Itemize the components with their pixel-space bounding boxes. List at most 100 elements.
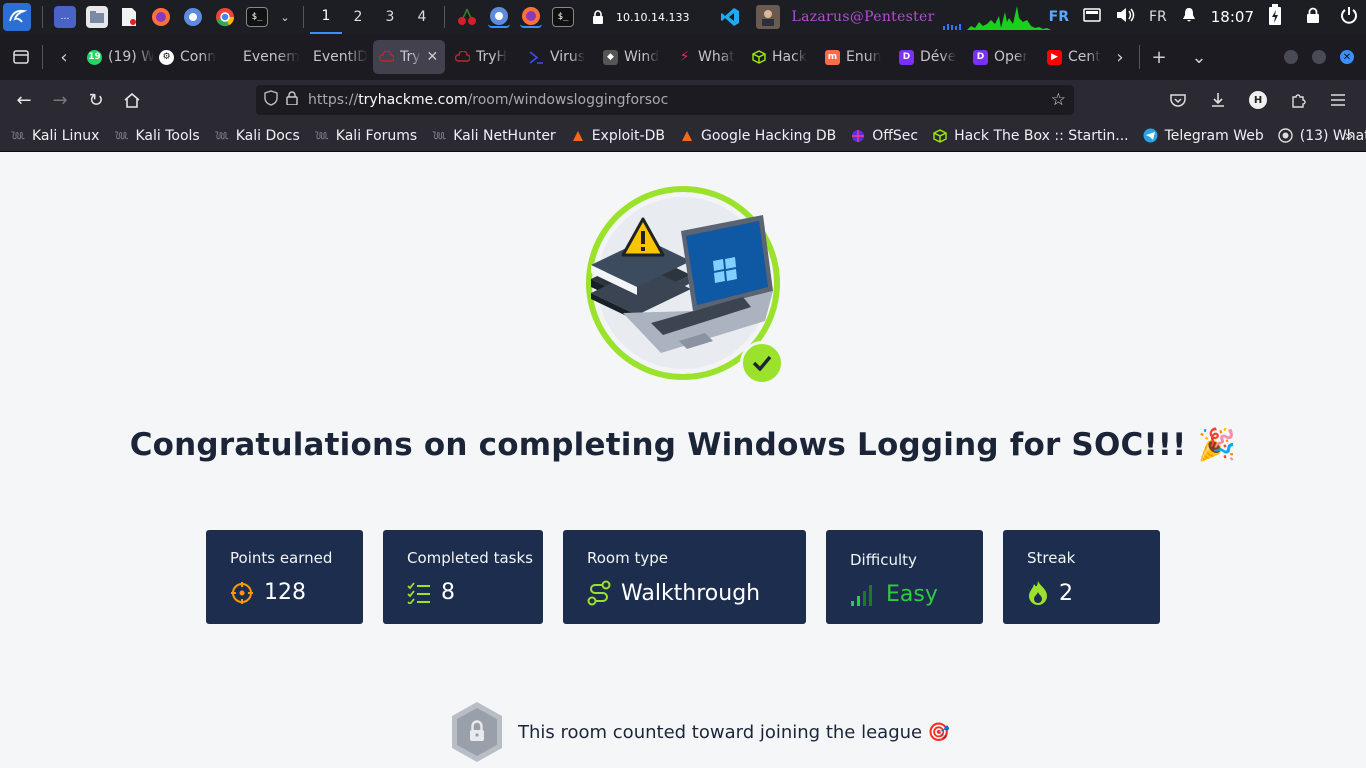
minimize-button[interactable] xyxy=(1284,50,1298,64)
bookmark-offsec[interactable]: OffSec xyxy=(850,128,918,144)
back-button[interactable]: ← xyxy=(6,84,42,116)
power-icon[interactable] xyxy=(1340,6,1358,28)
tasks-value: 8 xyxy=(441,580,455,605)
cherrytree-icon[interactable] xyxy=(456,6,478,28)
workspace-3[interactable]: 3 xyxy=(374,0,406,34)
close-window-button[interactable]: ✕ xyxy=(1340,50,1354,64)
maximize-button[interactable] xyxy=(1312,50,1326,64)
tab-label: Conn xyxy=(180,49,217,65)
chevron-down-icon[interactable]: ⌄ xyxy=(278,6,292,28)
stat-card-tasks: Completed tasks 8 xyxy=(383,530,543,624)
openai-icon: ⚙ xyxy=(159,49,174,65)
tab-tryhackme-active[interactable]: Try ✕ xyxy=(373,40,445,74)
battery-icon[interactable] xyxy=(1268,4,1282,30)
workspace-1[interactable]: 1 xyxy=(310,0,342,34)
tab-hackthebox[interactable]: Hack xyxy=(745,40,819,74)
bookmark-label: Hack The Box :: Startin... xyxy=(954,127,1129,144)
taskbar-separator xyxy=(42,6,43,28)
workspace-4[interactable]: 4 xyxy=(406,0,438,34)
bookmark-label: Exploit-DB xyxy=(591,127,665,144)
stat-card-streak: Streak 2 xyxy=(1003,530,1160,624)
bookmark-hackthebox[interactable]: Hack The Box :: Startin... xyxy=(932,128,1129,144)
extensions-icon[interactable] xyxy=(1280,84,1316,116)
profile-icon[interactable]: H xyxy=(1240,84,1276,116)
page-title: Congratulations on completing Windows Lo… xyxy=(129,427,1237,463)
bookmark-kali-forums[interactable]: 𓆙 Kali Forums xyxy=(314,128,417,145)
lock-screen-icon[interactable] xyxy=(1306,7,1320,27)
tab-youtube[interactable]: ▶ Cent xyxy=(1041,40,1103,74)
tracking-protection-shield-icon[interactable] xyxy=(264,90,278,110)
tab-eventid[interactable]: EventID xyxy=(303,40,373,74)
downloads-icon[interactable] xyxy=(1200,84,1236,116)
league-notice: This room counted toward joining the lea… xyxy=(450,701,950,763)
bookmark-exploit-db[interactable]: Exploit-DB xyxy=(570,128,665,144)
firefox-icon[interactable] xyxy=(150,6,172,28)
terminal-window-icon[interactable]: $_ xyxy=(552,7,574,27)
tab-evenement[interactable]: Evenem xyxy=(229,40,303,74)
scroll-tabs-right-icon[interactable]: › xyxy=(1103,40,1137,74)
tab-tryhackme[interactable]: TryH xyxy=(449,40,523,74)
tab-virustotal[interactable]: Virus xyxy=(523,40,597,74)
pocket-icon[interactable] xyxy=(1160,84,1196,116)
clock[interactable]: 18:07 xyxy=(1211,8,1254,26)
firefox-window-icon[interactable] xyxy=(520,6,542,28)
tryhackme-icon xyxy=(455,50,470,65)
volume-icon[interactable] xyxy=(1115,7,1135,27)
bookmark-telegram[interactable]: Telegram Web xyxy=(1143,128,1264,144)
kali-dragon-icon: 𓆙 xyxy=(432,131,447,144)
forward-button[interactable]: → xyxy=(42,84,78,116)
username-label: Lazarus@Pentester xyxy=(791,9,935,25)
keyboard-layout-indicator[interactable]: FR xyxy=(1049,9,1069,25)
whatsapp-icon: 19 xyxy=(87,49,102,65)
language-indicator[interactable]: FR xyxy=(1149,9,1167,25)
workspace-2[interactable]: 2 xyxy=(342,0,374,34)
chromium-icon[interactable] xyxy=(182,6,204,28)
home-button[interactable] xyxy=(114,84,150,116)
display-icon[interactable] xyxy=(1083,8,1101,26)
padlock-icon[interactable] xyxy=(286,91,298,109)
tab-connection[interactable]: ⚙ Conn xyxy=(153,40,229,74)
tab-windows[interactable]: ◆ Wind xyxy=(597,40,671,74)
tab-whatsapp[interactable]: 19 (19) W xyxy=(81,40,153,74)
list-all-tabs-icon[interactable]: ⌄ xyxy=(1182,40,1216,74)
bookmark-star-icon[interactable]: ☆ xyxy=(1051,90,1066,110)
file-manager-icon[interactable] xyxy=(86,6,108,28)
bookmark-kali-docs[interactable]: 𓆙 Kali Docs xyxy=(214,128,300,145)
tab-overview-icon[interactable] xyxy=(4,40,38,74)
kali-dragon-icon: 𓆙 xyxy=(314,131,329,144)
htb-cube-icon xyxy=(751,50,766,65)
bookmark-kali-nethunter[interactable]: 𓆙 Kali NetHunter xyxy=(431,127,556,145)
reload-button[interactable]: ↻ xyxy=(78,84,114,116)
kali-menu-icon[interactable] xyxy=(3,3,31,31)
text-editor-icon[interactable] xyxy=(118,6,140,28)
new-tab-button[interactable]: + xyxy=(1142,40,1176,74)
bookmark-kali-tools[interactable]: 𓆙 Kali Tools xyxy=(113,128,199,145)
scroll-tabs-left-icon[interactable]: ‹ xyxy=(47,40,81,74)
taskbar-separator xyxy=(303,6,304,28)
chromium-window-icon[interactable] xyxy=(488,6,510,28)
bookmark-kali-linux[interactable]: 𓆙 Kali Linux xyxy=(10,127,100,145)
notification-bell-icon[interactable] xyxy=(1181,7,1197,27)
close-tab-icon[interactable]: ✕ xyxy=(427,49,439,65)
tab-developer[interactable]: D Déve xyxy=(893,40,967,74)
bookmark-ghdb[interactable]: Google Hacking DB xyxy=(679,128,836,144)
checklist-icon xyxy=(407,581,430,604)
network-graph xyxy=(942,2,1053,32)
more-bookmarks-icon[interactable]: » xyxy=(1344,126,1354,145)
address-bar[interactable]: https://tryhackme.com/room/windowsloggin… xyxy=(256,85,1074,115)
url-host: tryhackme.com xyxy=(358,92,468,108)
tab-enum[interactable]: m Enun xyxy=(819,40,893,74)
bookmark-label: Kali NetHunter xyxy=(453,127,556,144)
tab-label: Enun xyxy=(846,49,882,65)
chrome-icon[interactable] xyxy=(214,6,236,28)
tab-open[interactable]: D Oper xyxy=(967,40,1041,74)
show-desktop-icon[interactable]: … xyxy=(54,6,76,28)
hamburger-menu-icon[interactable] xyxy=(1320,84,1356,116)
tab-label: EventID xyxy=(313,49,369,65)
stat-value: Walkthrough xyxy=(587,580,760,606)
d-logo-icon: D xyxy=(973,49,988,65)
tab-what[interactable]: ⚡ What xyxy=(671,40,745,74)
terminal-icon[interactable]: $_ xyxy=(246,7,268,27)
bookmark-label: Kali Linux xyxy=(32,127,100,144)
vscode-icon[interactable] xyxy=(719,6,741,28)
